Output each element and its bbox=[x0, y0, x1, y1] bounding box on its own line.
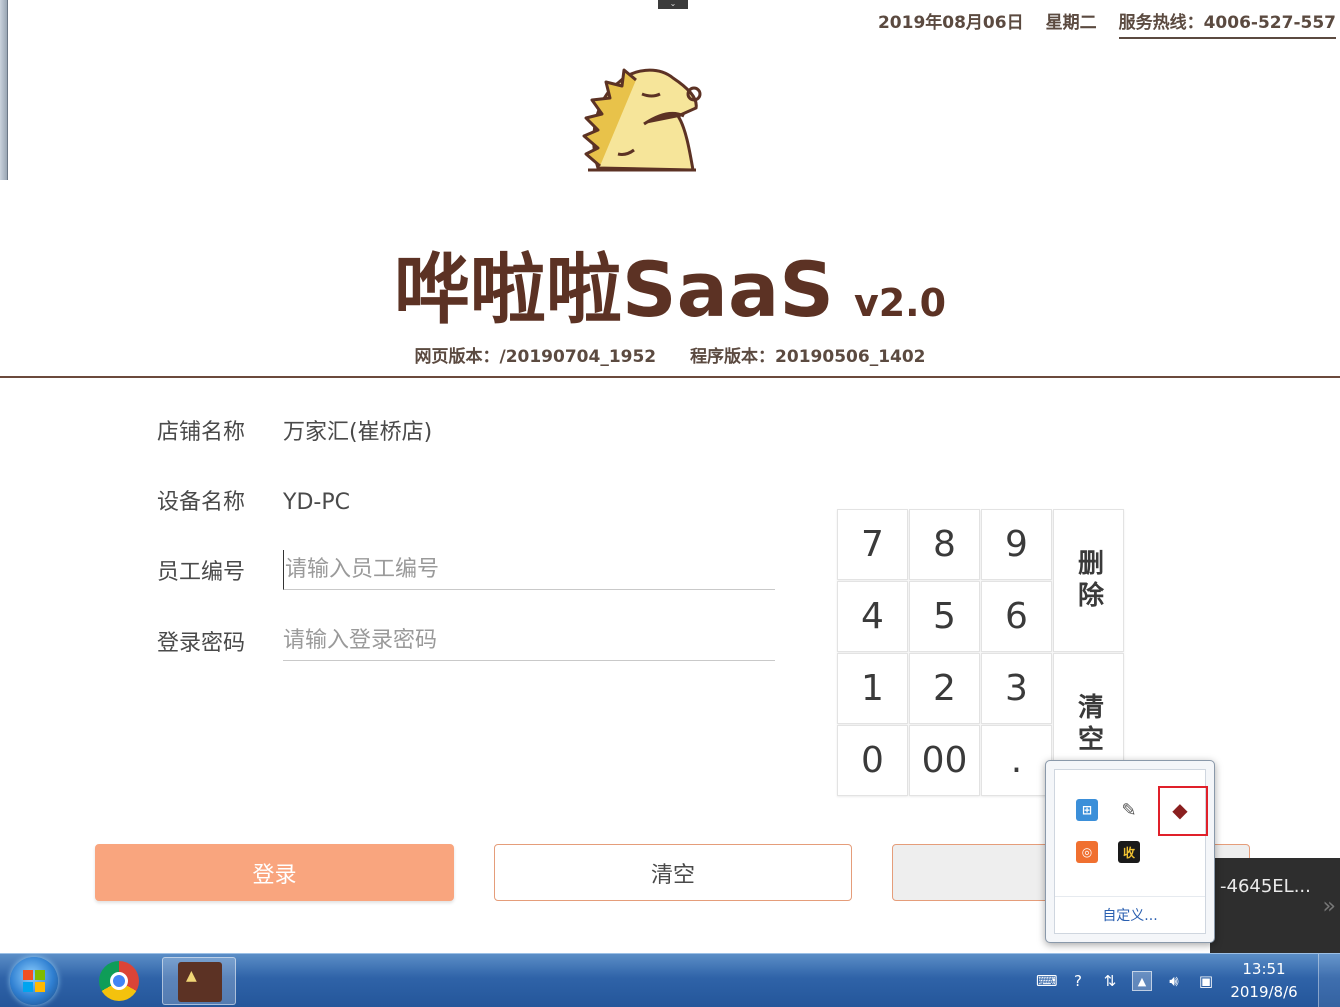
collapse-tab-icon[interactable]: ⌄ bbox=[658, 0, 688, 9]
volume-icon[interactable]: 🔊︎ bbox=[1164, 971, 1184, 991]
taskbar-saas-app[interactable]: ▲ bbox=[162, 957, 236, 1005]
key-8[interactable]: 8 bbox=[909, 509, 980, 580]
saas-app-taskbar-icon: ▲ bbox=[178, 962, 222, 1002]
device-value: YD-PC bbox=[283, 490, 350, 515]
store-label: 店铺名称 bbox=[157, 420, 246, 445]
key-dot[interactable]: . bbox=[981, 725, 1052, 796]
clock-time: 13:51 bbox=[1242, 960, 1286, 978]
header-divider bbox=[0, 376, 1340, 378]
employee-row: 员工编号 bbox=[157, 554, 283, 586]
store-value: 万家汇(崔桥店) bbox=[283, 420, 433, 445]
password-row: 登录密码 bbox=[157, 625, 283, 657]
key-7[interactable]: 7 bbox=[837, 509, 908, 580]
background-window-edge bbox=[0, 0, 8, 180]
version-info: 网页版本：/20190704_1952 程序版本：20190506_1402 bbox=[0, 342, 1340, 367]
key-0[interactable]: 0 bbox=[837, 725, 908, 796]
cashier-icon[interactable]: 收 bbox=[1118, 841, 1140, 863]
system-tray: ⌨ ? ⇅ ▲ 🔊︎ ▣ bbox=[1036, 954, 1216, 1007]
tray-customize-link[interactable]: 自定义... bbox=[1055, 896, 1205, 934]
program-version: 程序版本：20190506_1402 bbox=[690, 347, 926, 367]
login-button[interactable]: 登录 bbox=[95, 844, 454, 901]
key-9[interactable]: 9 bbox=[981, 509, 1052, 580]
tray-overflow-inner: ⊞ ✎ ◆ ◎ 收 自定义... bbox=[1054, 769, 1208, 934]
numeric-keypad: 7 8 9 删除 4 5 6 1 2 3 清空 0 00 . bbox=[837, 509, 1126, 798]
key-00[interactable]: 00 bbox=[909, 725, 980, 796]
taskbar: ▲ ⌨ ? ⇅ ▲ 🔊︎ ▣ 13:51 2019/8/6 bbox=[0, 953, 1340, 1007]
store-row: 店铺名称 万家汇(崔桥店) bbox=[157, 414, 432, 446]
show-desktop-button[interactable] bbox=[1318, 954, 1340, 1007]
taskbar-clock[interactable]: 13:51 2019/8/6 bbox=[1222, 958, 1306, 1004]
brand-title: 哗啦啦SaaS v2.0 bbox=[0, 228, 1340, 338]
network-icon[interactable]: ⊞ bbox=[1076, 799, 1098, 821]
key-1[interactable]: 1 bbox=[837, 653, 908, 724]
background-panel-text: -4645EL... bbox=[1220, 876, 1311, 897]
password-input[interactable] bbox=[283, 621, 775, 661]
header-date: 2019年08月06日 bbox=[877, 13, 1024, 33]
help-icon[interactable]: ? bbox=[1068, 971, 1088, 991]
header-info: 2019年08月06日 星期二 服务热线：4006-527-557 bbox=[878, 8, 1336, 39]
employee-label: 员工编号 bbox=[157, 560, 246, 585]
tray-selection-highlight bbox=[1158, 786, 1208, 836]
double-chevron-right-icon[interactable]: » bbox=[1323, 894, 1336, 919]
windows-logo-icon bbox=[23, 970, 45, 992]
employee-id-input[interactable] bbox=[283, 550, 775, 590]
background-dark-panel: -4645EL... » bbox=[1210, 858, 1340, 953]
show-hidden-icons-button[interactable]: ▲ bbox=[1132, 971, 1152, 991]
key-delete[interactable]: 删除 bbox=[1053, 509, 1124, 652]
start-button[interactable] bbox=[10, 957, 58, 1005]
dinosaur-logo-icon bbox=[582, 68, 702, 172]
header-hotline: 服务热线：4006-527-557 bbox=[1118, 8, 1336, 39]
key-4[interactable]: 4 bbox=[837, 581, 908, 652]
pen-icon[interactable]: ✎ bbox=[1118, 799, 1140, 821]
password-label: 登录密码 bbox=[157, 631, 246, 656]
tray-overflow-popup: ⊞ ✎ ◆ ◎ 收 自定义... bbox=[1045, 760, 1215, 943]
keyboard-icon[interactable]: ⌨ bbox=[1036, 971, 1058, 991]
device-row: 设备名称 YD-PC bbox=[157, 484, 350, 516]
input-method-icon[interactable]: ⇅ bbox=[1100, 971, 1120, 991]
clear-button[interactable]: 清空 bbox=[494, 844, 852, 901]
key-2[interactable]: 2 bbox=[909, 653, 980, 724]
taskbar-chrome[interactable] bbox=[90, 957, 148, 1005]
key-6[interactable]: 6 bbox=[981, 581, 1052, 652]
chrome-icon bbox=[99, 961, 139, 1001]
brand-version: v2.0 bbox=[853, 281, 947, 325]
web-version: 网页版本：/20190704_1952 bbox=[414, 347, 657, 367]
header-weekday: 星期二 bbox=[1045, 13, 1097, 33]
key-3[interactable]: 3 bbox=[981, 653, 1052, 724]
device-label: 设备名称 bbox=[157, 490, 246, 515]
security-icon[interactable]: ◎ bbox=[1076, 841, 1098, 863]
clock-date: 2019/8/6 bbox=[1230, 983, 1298, 1001]
brand-name: 哗啦啦SaaS bbox=[393, 245, 834, 334]
network-status-icon[interactable]: ▣ bbox=[1196, 971, 1216, 991]
key-5[interactable]: 5 bbox=[909, 581, 980, 652]
